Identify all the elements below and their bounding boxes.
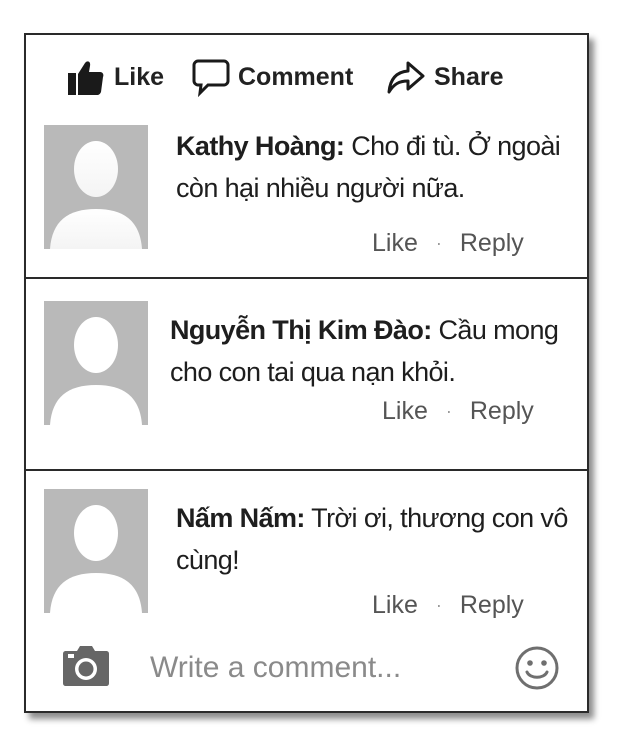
- default-avatar-icon: [50, 141, 142, 249]
- share-arrow-icon: [386, 57, 426, 97]
- meta-separator: ·: [435, 595, 442, 615]
- comment-input[interactable]: [150, 641, 500, 695]
- comment-reply-link[interactable]: Reply: [460, 229, 524, 258]
- thumbs-up-icon: [66, 57, 106, 97]
- smiley-icon[interactable]: [514, 645, 560, 696]
- comment-author[interactable]: Kathy Hoàng:: [176, 131, 345, 161]
- avatar[interactable]: [44, 301, 148, 425]
- comment-reply-link[interactable]: Reply: [460, 591, 524, 620]
- share-action-button[interactable]: Share: [386, 57, 503, 97]
- comment-like-link[interactable]: Like: [372, 591, 418, 620]
- comment-author[interactable]: Nguyễn Thị Kim Đào:: [170, 315, 432, 345]
- comment-item: Nấm Nấm: Trời ơi, thương con vô cùng! Li…: [26, 471, 587, 620]
- meta-separator: ·: [435, 233, 442, 253]
- comment-like-link[interactable]: Like: [382, 397, 428, 426]
- action-bar: Like Comment Share: [26, 35, 587, 123]
- comment-text: Nấm Nấm: Trời ơi, thương con vô cùng!: [176, 497, 581, 581]
- comment-text: Kathy Hoàng: Cho đi tù. Ở ngoài còn hại …: [176, 125, 581, 209]
- comment-action-button[interactable]: Comment: [192, 57, 353, 97]
- comment-action-label: Comment: [238, 62, 354, 91]
- default-avatar-icon: [50, 317, 142, 425]
- comment-meta: Like · Reply: [372, 591, 524, 620]
- share-action-label: Share: [434, 62, 504, 91]
- comment-composer: [26, 631, 587, 709]
- default-avatar-icon: [50, 505, 142, 613]
- speech-bubble-icon: [192, 57, 230, 97]
- comment-like-link[interactable]: Like: [372, 229, 418, 258]
- camera-icon[interactable]: [62, 645, 110, 692]
- meta-separator: ·: [445, 401, 452, 421]
- like-action-button[interactable]: Like: [66, 57, 164, 97]
- comment-section-card: Like Comment Share Kathy Hoàng: Cho đi t…: [24, 33, 589, 713]
- avatar[interactable]: [44, 489, 148, 613]
- comment-text: Nguyễn Thị Kim Đào: Cầu mong cho con tai…: [170, 309, 585, 393]
- comment-item: Nguyễn Thị Kim Đào: Cầu mong cho con tai…: [26, 279, 587, 469]
- comment-reply-link[interactable]: Reply: [470, 397, 534, 426]
- like-action-label: Like: [114, 62, 165, 91]
- comment-meta: Like · Reply: [372, 229, 524, 258]
- comment-meta: Like · Reply: [382, 397, 534, 426]
- avatar[interactable]: [44, 125, 148, 249]
- comment-item: Kathy Hoàng: Cho đi tù. Ở ngoài còn hại …: [26, 123, 587, 277]
- comment-author[interactable]: Nấm Nấm:: [176, 503, 305, 533]
